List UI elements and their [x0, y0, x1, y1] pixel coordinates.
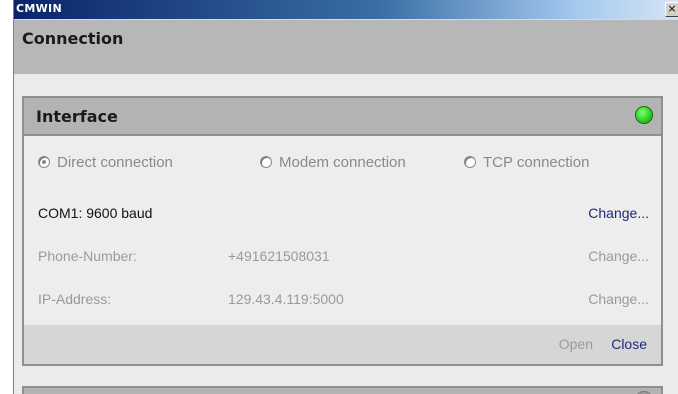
- change-ip-button[interactable]: Change...: [588, 291, 649, 307]
- phone-number-value: +491621508031: [228, 248, 330, 264]
- close-button[interactable]: Close: [611, 336, 647, 352]
- close-window-button[interactable]: ×: [665, 2, 678, 17]
- radio-label: Direct connection: [57, 153, 173, 171]
- interface-panel-title: Interface: [36, 107, 118, 126]
- change-com-button[interactable]: Change...: [588, 205, 649, 221]
- interface-panel-header: Interface: [24, 98, 661, 136]
- connection-status-icon: [635, 106, 653, 124]
- app-window: CMWIN × Connection Interface Direct conn…: [13, 0, 678, 394]
- section-title: Connection: [22, 29, 124, 48]
- radio-unchecked-icon: [464, 156, 476, 168]
- phone-number-label: Phone-Number:: [38, 248, 137, 264]
- interface-panel-footer: Open Close: [24, 325, 661, 364]
- radio-unchecked-icon: [260, 156, 272, 168]
- ip-address-value: 129.43.4.119:5000: [228, 291, 344, 307]
- next-panel-header: [22, 386, 663, 394]
- title-bar[interactable]: CMWIN ×: [14, 0, 678, 19]
- radio-modem-connection[interactable]: Modem connection: [260, 150, 406, 174]
- radio-tcp-connection[interactable]: TCP connection: [464, 150, 589, 174]
- connection-section-body: Interface Direct connection Modem connec…: [14, 74, 678, 394]
- radio-label: TCP connection: [483, 153, 590, 171]
- com-port-row: COM1: 9600 baud Change...: [24, 202, 661, 226]
- change-phone-button[interactable]: Change...: [588, 248, 649, 264]
- ip-address-row: IP-Address: 129.43.4.119:5000 Change...: [24, 288, 661, 312]
- ip-address-label: IP-Address:: [38, 291, 112, 307]
- com-port-label: COM1: 9600 baud: [38, 205, 153, 221]
- connection-type-group: Direct connection Modem connection TCP c…: [24, 150, 661, 174]
- radio-checked-icon: [38, 156, 50, 168]
- interface-panel: Interface Direct connection Modem connec…: [22, 96, 663, 366]
- window-title: CMWIN: [16, 2, 62, 15]
- open-button[interactable]: Open: [559, 336, 593, 352]
- radio-label: Modem connection: [279, 153, 406, 171]
- radio-direct-connection[interactable]: Direct connection: [38, 150, 173, 174]
- phone-number-row: Phone-Number: +491621508031 Change...: [24, 245, 661, 269]
